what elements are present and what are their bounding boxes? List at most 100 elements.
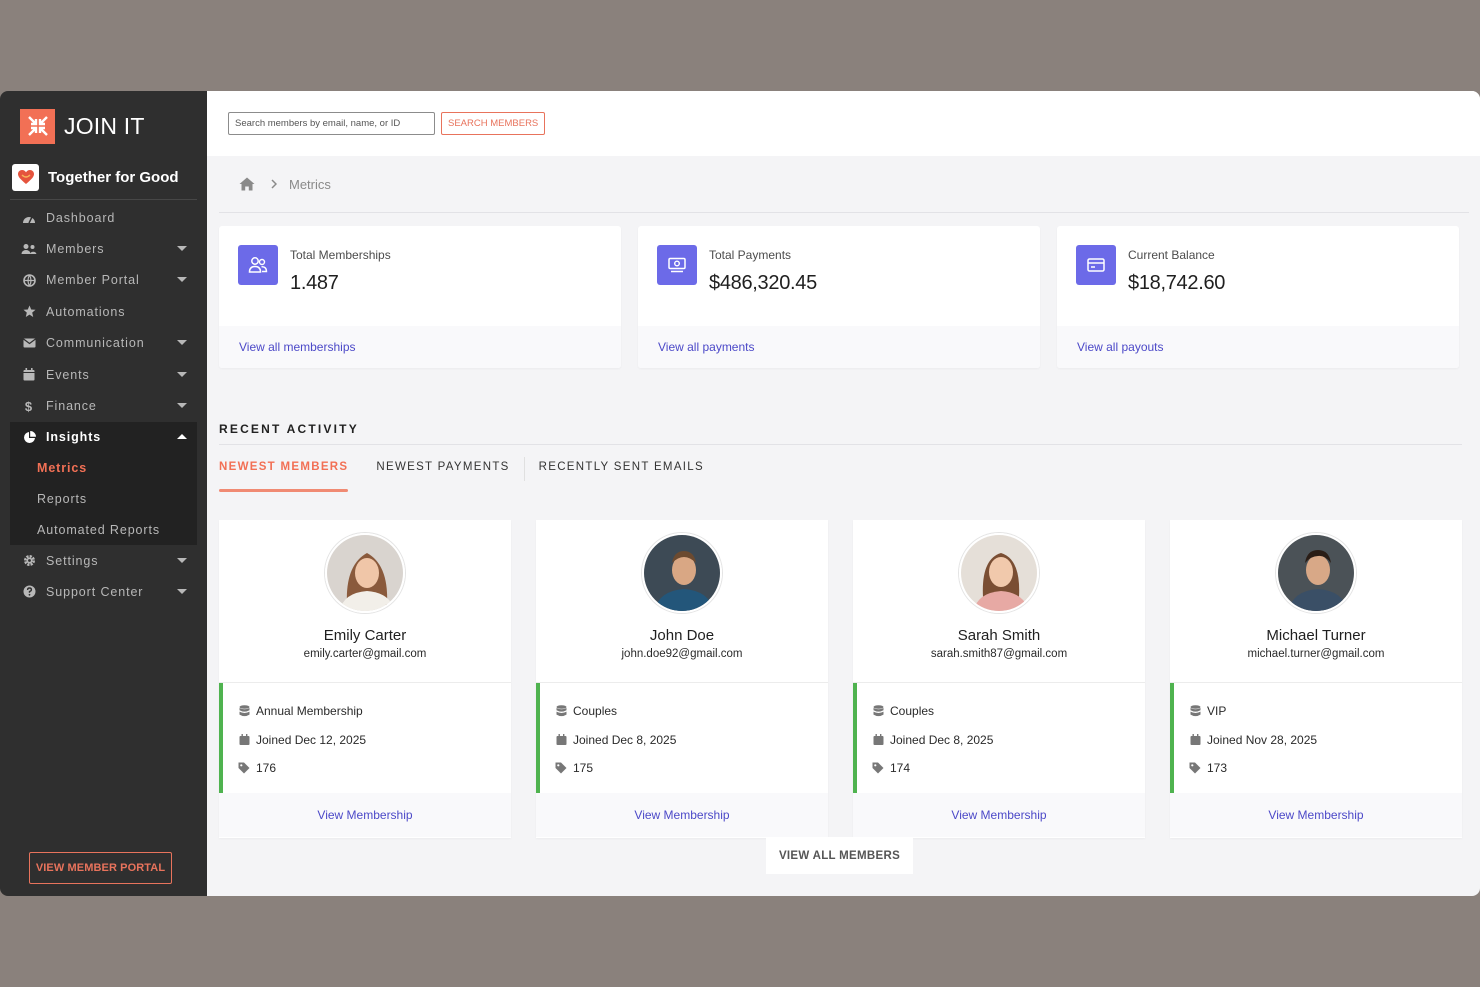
view-all-members-button[interactable]: VIEW ALL MEMBERS [766,837,913,874]
sidebar-subitem-reports[interactable]: Reports [10,484,197,515]
member-name: Emily Carter [323,627,407,644]
gear-icon [21,554,37,568]
star-icon [21,305,37,319]
member-card: John Doe john.doe92@gmail.com Couples Jo… [536,520,828,838]
sidebar-item-label: Support Center [46,584,144,599]
member-email: michael.turner@gmail.com [1247,648,1385,660]
member-id: 175 [573,761,594,776]
sidebar-item-members[interactable]: Members [0,233,207,264]
view-member-portal-button[interactable]: VIEW MEMBER PORTAL [29,852,172,884]
member-card: Emily Carter emily.carter@gmail.com Annu… [219,520,511,838]
chevron-down-icon [177,371,187,377]
member-joined: Joined Nov 28, 2025 [1207,732,1318,747]
stat-label: Total Payments [709,248,792,262]
globe-icon [21,273,37,287]
member-membership: Couples [890,704,935,719]
brand[interactable]: JOIN IT [0,91,207,161]
avatar [642,533,722,613]
sidebar-item-communication[interactable]: Communication [0,328,207,359]
dashboard-icon [21,211,37,225]
stat-card-balance: Current Balance $18,742.60 View all payo… [1057,226,1459,368]
tab-newest-payments[interactable]: NEWEST PAYMENTS [376,460,509,490]
brand-name: JOIN IT [64,112,145,139]
sidebar-nav: Dashboard Members Member Portal Automati… [0,202,207,454]
member-name: Michael Turner [1266,627,1366,644]
member-id: 173 [1207,761,1228,776]
stat-card-payments: Total Payments $486,320.45 View all paym… [638,226,1040,368]
calendar-icon [21,368,37,382]
member-joined: Joined Dec 8, 2025 [890,732,994,747]
recent-activity-title: RECENT ACTIVITY [219,422,1462,445]
view-all-payments-link[interactable]: View all payments [658,340,755,354]
chevron-down-icon [177,340,187,346]
stats-row: Total Memberships 1.487 View all members… [207,213,1480,368]
view-membership-link[interactable]: View Membership [951,808,1046,822]
top-bar: SEARCH MEMBERS [207,91,1480,156]
chevron-down-icon [177,557,187,563]
sidebar-item-member-portal[interactable]: Member Portal [0,265,207,296]
chevron-up-icon [177,434,187,440]
database-icon [238,705,250,717]
member-membership: VIP [1207,704,1227,719]
sidebar-subitem-metrics[interactable]: Metrics [10,453,197,484]
stat-value: $18,742.60 [1128,272,1226,294]
sidebar-subitem-automated-reports[interactable]: Automated Reports [10,514,197,545]
tab-recently-sent-emails[interactable]: RECENTLY SENT EMAILS [539,460,704,490]
tag-icon [872,762,884,774]
avatar [325,533,405,613]
sidebar-item-support-center[interactable]: Support Center [0,576,207,607]
app-window: JOIN IT Together for Good Dashboard Memb… [0,91,1480,896]
insights-submenu: Metrics Reports Automated Reports [10,453,197,545]
org-switcher[interactable]: Together for Good [0,161,207,193]
view-membership-link[interactable]: View Membership [317,808,412,822]
tab-newest-members[interactable]: NEWEST MEMBERS [219,460,349,492]
sidebar-item-events[interactable]: Events [0,359,207,390]
member-card: Michael Turner michael.turner@gmail.com … [1170,520,1462,838]
envelope-icon [21,336,37,350]
sidebar-item-label: Dashboard [46,210,116,225]
stat-card-memberships: Total Memberships 1.487 View all members… [219,226,621,368]
credit-card-icon [1076,245,1116,285]
member-joined: Joined Dec 8, 2025 [573,732,677,747]
breadcrumb: Metrics [219,156,1469,213]
sidebar-item-finance[interactable]: $ Finance [0,390,207,421]
search-members-button[interactable]: SEARCH MEMBERS [441,112,546,135]
stat-value: 1.487 [290,272,339,294]
database-icon [1189,705,1201,717]
member-id: 174 [890,761,911,776]
sidebar-item-dashboard[interactable]: Dashboard [0,202,207,233]
view-membership-link[interactable]: View Membership [1268,808,1363,822]
sidebar-item-settings[interactable]: Settings [0,545,207,576]
dollar-icon: $ [24,398,34,414]
tab-divider [523,457,525,481]
tag-icon [555,762,567,774]
sidebar-item-insights[interactable]: Insights [10,421,197,454]
tag-icon [1189,762,1201,774]
member-name: John Doe [649,627,715,644]
chevron-down-icon [177,403,187,409]
sidebar-item-label: Finance [46,399,97,414]
database-icon [555,705,567,717]
view-membership-link[interactable]: View Membership [634,808,729,822]
payment-icon [657,245,697,285]
view-all-payouts-link[interactable]: View all payouts [1077,340,1164,354]
calendar-icon [238,734,250,746]
sidebar-item-automations[interactable]: Automations [0,296,207,327]
users-icon [238,245,278,285]
users-icon [21,242,37,256]
view-all-memberships-link[interactable]: View all memberships [239,340,356,354]
breadcrumb-current: Metrics [289,176,331,192]
calendar-icon [555,734,567,746]
member-id: 176 [256,761,277,776]
calendar-icon [1189,734,1201,746]
main-content: SEARCH MEMBERS Metrics Total Memberships [207,91,1480,896]
home-icon[interactable] [239,177,255,191]
heart-logo-icon [12,163,39,191]
sidebar-item-label: Insights [46,430,102,445]
search-input[interactable] [228,112,435,135]
stat-label: Total Memberships [290,248,391,262]
avatar [1276,533,1356,613]
member-joined: Joined Dec 12, 2025 [256,732,367,747]
database-icon [872,705,884,717]
tag-icon [238,762,250,774]
